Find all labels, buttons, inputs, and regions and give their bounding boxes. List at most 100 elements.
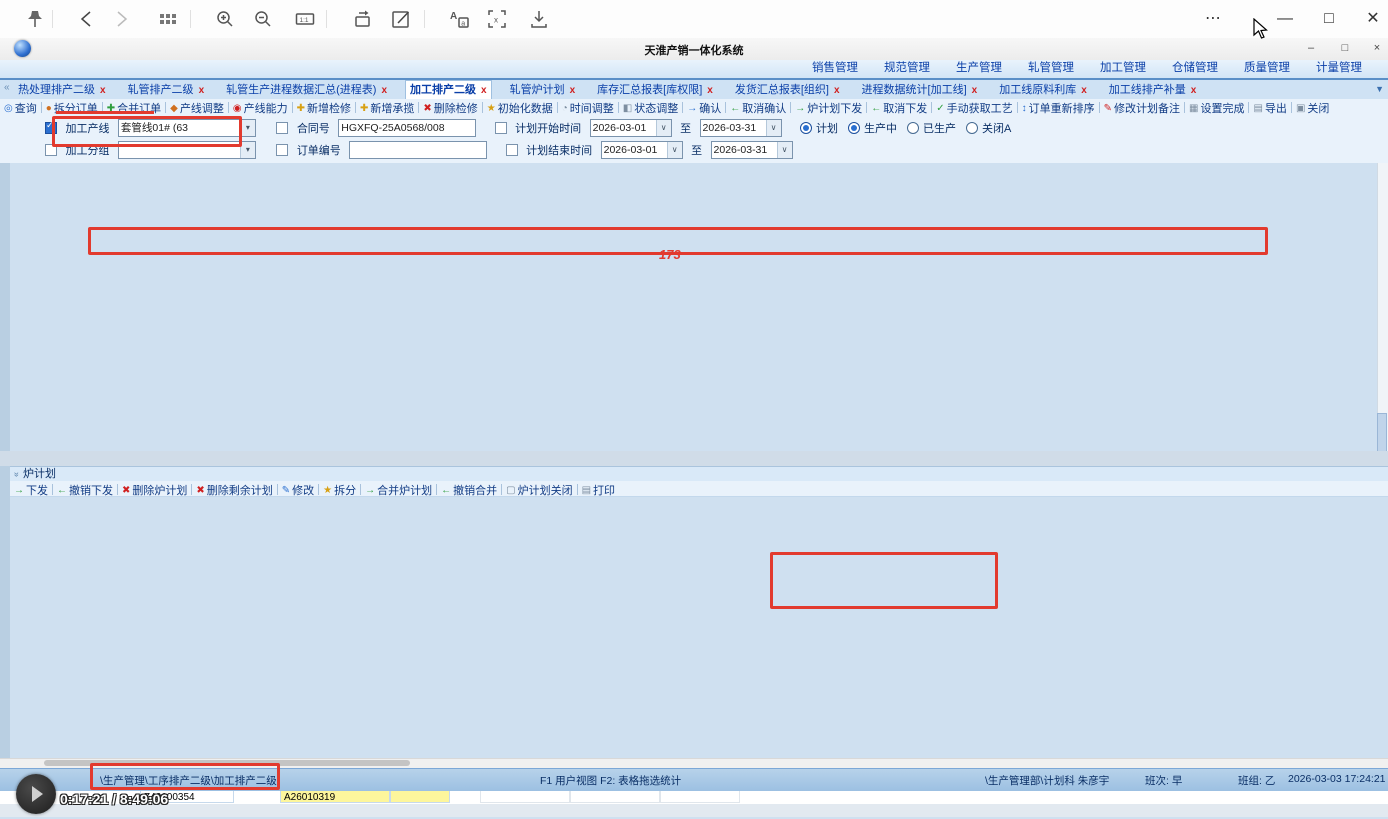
tab-close-icon[interactable]: x bbox=[1191, 85, 1197, 96]
toolbar-button-取消确认[interactable]: ←取消确认 bbox=[730, 101, 786, 116]
tab-进程数据统计[加工线][interactable]: 进程数据统计[加工线]x bbox=[858, 81, 982, 100]
grid-icon[interactable] bbox=[156, 8, 178, 30]
chevron-down-icon[interactable]: ∨ bbox=[777, 142, 792, 158]
tab-close-icon[interactable]: x bbox=[100, 85, 106, 96]
tab-close-icon[interactable]: x bbox=[570, 85, 576, 96]
toolbar-button-取消下发[interactable]: ←取消下发 bbox=[871, 101, 927, 116]
toolbar-button-拆分[interactable]: ★拆分 bbox=[323, 483, 356, 497]
radio-已生产[interactable] bbox=[907, 122, 919, 134]
start-filter-checkbox[interactable] bbox=[495, 122, 507, 134]
toolbar-button-打印[interactable]: ▤打印 bbox=[582, 483, 615, 497]
menu-item-仓储管理[interactable]: 仓储管理 bbox=[1172, 60, 1218, 77]
furnace-section-header[interactable]: »炉计划 bbox=[10, 466, 1388, 482]
chevron-down-icon[interactable]: ∨ bbox=[656, 120, 671, 136]
menu-item-规范管理[interactable]: 规范管理 bbox=[884, 60, 930, 77]
one-to-one-icon[interactable]: 1:1 bbox=[294, 8, 316, 30]
contract-filter-input[interactable]: HGXFQ-25A0568/008 bbox=[338, 119, 476, 137]
tab-close-icon[interactable]: x bbox=[481, 85, 487, 96]
tab-close-icon[interactable]: x bbox=[1081, 85, 1087, 96]
chevron-down-icon[interactable]: ▾ bbox=[240, 142, 255, 158]
tab-close-icon[interactable]: x bbox=[707, 85, 713, 96]
collapse-icon[interactable]: » bbox=[9, 472, 24, 477]
end-from-input[interactable]: 2026-03-01∨ bbox=[601, 141, 683, 159]
menu-item-加工管理[interactable]: 加工管理 bbox=[1100, 60, 1146, 77]
toolbar-button-炉计划下发[interactable]: →炉计划下发 bbox=[795, 101, 862, 116]
window-maximize-button[interactable]: □ bbox=[1316, 6, 1342, 32]
translate-icon[interactable]: Aa bbox=[448, 8, 470, 30]
menu-item-轧管管理[interactable]: 轧管管理 bbox=[1028, 60, 1074, 77]
toolbar-button-初始化数据[interactable]: ★初始化数据 bbox=[487, 101, 553, 116]
more-button[interactable]: ⋯ bbox=[1200, 6, 1226, 32]
toolbar-button-撤销下发[interactable]: ←撤销下发 bbox=[57, 483, 113, 497]
toolbar-button-订单重新排序[interactable]: ↕订单重新排序 bbox=[1022, 101, 1095, 116]
toolbar-button-新增检修[interactable]: ✚新增检修 bbox=[297, 101, 351, 116]
start-to-input[interactable]: 2026-03-31∨ bbox=[700, 119, 782, 137]
toolbar-button-状态调整[interactable]: ◧状态调整 bbox=[623, 101, 678, 116]
app-maximize-button[interactable]: □ bbox=[1334, 42, 1356, 54]
toolbar-button-手动获取工艺[interactable]: ✓手动获取工艺 bbox=[936, 101, 1012, 116]
start-from-input[interactable]: 2026-03-01∨ bbox=[590, 119, 672, 137]
window-close-button[interactable]: ✕ bbox=[1360, 6, 1386, 32]
radio-生产中[interactable] bbox=[848, 122, 860, 134]
toolbar-button-确认[interactable]: →确认 bbox=[687, 101, 721, 116]
line-filter-select[interactable]: 套管线01# (63▾ bbox=[118, 119, 256, 137]
tab-collapse-icon[interactable]: « bbox=[4, 82, 10, 93]
tab-close-icon[interactable]: x bbox=[381, 85, 387, 96]
order-filter-input[interactable] bbox=[349, 141, 487, 159]
tab-加工排产二级[interactable]: 加工排产二级x bbox=[405, 80, 492, 100]
ocr-icon[interactable]: x bbox=[486, 8, 508, 30]
toolbar-button-合并炉计划[interactable]: →合并炉计划 bbox=[365, 483, 432, 497]
toolbar-button-查询[interactable]: ◎查询 bbox=[4, 101, 37, 116]
tab-加工线排产补量[interactable]: 加工线排产补量x bbox=[1105, 81, 1201, 100]
tab-close-icon[interactable]: x bbox=[834, 85, 840, 96]
radio-计划[interactable] bbox=[800, 122, 812, 134]
toolbar-button-撤销合并[interactable]: ←撤销合并 bbox=[441, 483, 497, 497]
end-to-input[interactable]: 2026-03-31∨ bbox=[711, 141, 793, 159]
vertical-scrollbar[interactable] bbox=[1377, 163, 1388, 451]
app-close-button[interactable]: × bbox=[1366, 42, 1388, 54]
forward-icon[interactable] bbox=[110, 8, 132, 30]
group-filter-select[interactable]: ▾ bbox=[118, 141, 256, 159]
tab-发货汇总报表[组织][interactable]: 发货汇总报表[组织]x bbox=[731, 81, 844, 100]
window-minimize-button[interactable]: — bbox=[1272, 6, 1298, 32]
toolbar-button-下发[interactable]: →下发 bbox=[14, 483, 48, 497]
line-filter-checkbox[interactable] bbox=[45, 122, 57, 134]
scrollbar-thumb[interactable] bbox=[44, 760, 410, 766]
toolbar-button-关闭[interactable]: ▣关闭 bbox=[1296, 101, 1329, 116]
back-icon[interactable] bbox=[76, 8, 98, 30]
tab-加工线原料利库[interactable]: 加工线原料利库x bbox=[995, 81, 1091, 100]
tab-轧管排产二级[interactable]: 轧管排产二级x bbox=[124, 81, 209, 100]
toolbar-button-导出[interactable]: ▤导出 bbox=[1253, 101, 1286, 116]
chevron-down-icon[interactable]: ▾ bbox=[240, 120, 255, 136]
tab-轧管炉计划[interactable]: 轧管炉计划x bbox=[506, 81, 580, 100]
zoom-out-icon[interactable] bbox=[252, 8, 274, 30]
play-button[interactable] bbox=[16, 774, 56, 814]
zoom-in-icon[interactable] bbox=[214, 8, 236, 30]
toolbar-button-删除炉计划[interactable]: ✖删除炉计划 bbox=[122, 483, 187, 497]
tab-热处理排产二级[interactable]: 热处理排产二级x bbox=[14, 81, 110, 100]
pin-icon[interactable] bbox=[24, 8, 46, 30]
tab-close-icon[interactable]: x bbox=[972, 85, 978, 96]
toolbar-button-删除检修[interactable]: ✖删除检修 bbox=[423, 101, 477, 116]
toolbar-button-删除剩余计划[interactable]: ✖删除剩余计划 bbox=[196, 483, 272, 497]
tab-overflow-icon[interactable]: ▼ bbox=[1375, 84, 1384, 94]
end-filter-checkbox[interactable] bbox=[506, 144, 518, 156]
toolbar-button-修改[interactable]: ✎修改 bbox=[282, 483, 314, 497]
toolbar-button-修改计划备注[interactable]: ✎修改计划备注 bbox=[1104, 101, 1180, 116]
contract-filter-checkbox[interactable] bbox=[276, 122, 288, 134]
chevron-down-icon[interactable]: ∨ bbox=[667, 142, 682, 158]
radio-关闭A[interactable] bbox=[966, 122, 978, 134]
tab-轧管生产进程数据汇总(进程表)[interactable]: 轧管生产进程数据汇总(进程表)x bbox=[222, 81, 391, 100]
chevron-down-icon[interactable]: ∨ bbox=[766, 120, 781, 136]
menu-item-计量管理[interactable]: 计量管理 bbox=[1316, 60, 1362, 77]
tab-库存汇总报表[库权限][interactable]: 库存汇总报表[库权限]x bbox=[593, 81, 717, 100]
group-filter-checkbox[interactable] bbox=[45, 144, 57, 156]
download-icon[interactable] bbox=[528, 8, 550, 30]
edit-icon[interactable] bbox=[390, 8, 412, 30]
toolbar-button-新增承揽[interactable]: ✚新增承揽 bbox=[360, 101, 414, 116]
toolbar-button-炉计划关闭[interactable]: ▢炉计划关闭 bbox=[506, 483, 572, 497]
menu-item-生产管理[interactable]: 生产管理 bbox=[956, 60, 1002, 77]
rotate-frame-icon[interactable] bbox=[352, 8, 374, 30]
toolbar-button-产线调整[interactable]: ◆产线调整 bbox=[170, 101, 224, 116]
app-minimize-button[interactable]: – bbox=[1300, 42, 1322, 54]
